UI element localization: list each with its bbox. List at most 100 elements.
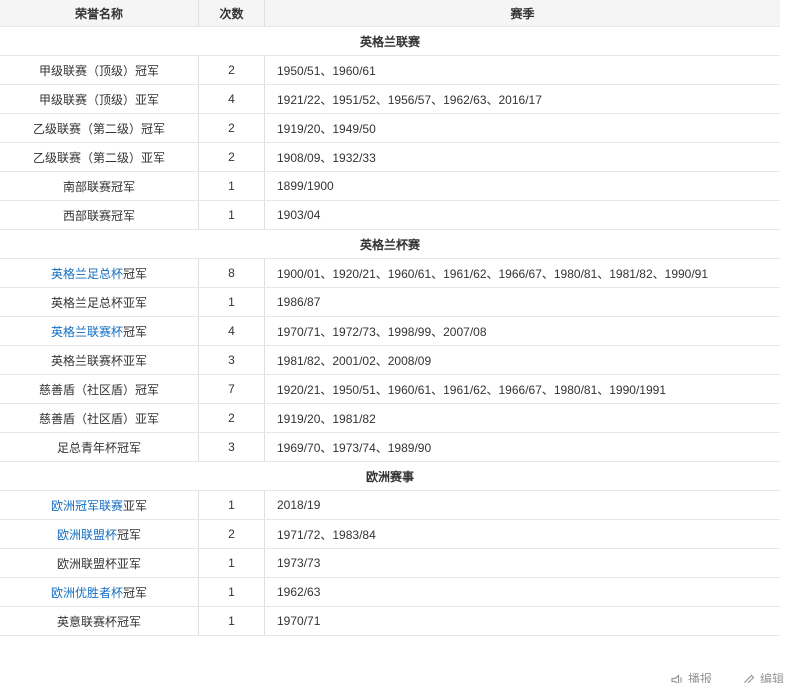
honor-name: 慈善盾（社区盾）亚军 bbox=[39, 410, 159, 427]
honor-count: 1 bbox=[199, 491, 265, 519]
honors-table: 荣誉名称 次数 赛季 英格兰联赛甲级联赛（顶级）冠军21950/51、1960/… bbox=[0, 0, 780, 636]
table-row: 慈善盾（社区盾）冠军71920/21、1950/51、1960/61、1961/… bbox=[0, 375, 780, 404]
edit-label: 编辑 bbox=[760, 672, 784, 683]
honor-name-cell: 英格兰足总杯冠军 bbox=[0, 259, 199, 287]
table-row: 慈善盾（社区盾）亚军 21919/20、1981/82 bbox=[0, 404, 780, 433]
honor-name: 冠军 bbox=[123, 323, 147, 340]
honor-count: 4 bbox=[199, 85, 265, 113]
honor-name-cell: 乙级联赛（第二级）冠军 bbox=[0, 114, 199, 142]
table-row: 甲级联赛（顶级）冠军21950/51、1960/61 bbox=[0, 56, 780, 85]
section-title: 英格兰联赛 bbox=[0, 27, 780, 55]
honor-name-cell: 欧洲联盟杯亚军 bbox=[0, 549, 199, 577]
honor-count: 1 bbox=[199, 578, 265, 606]
honor-seasons: 1920/21、1950/51、1960/61、1961/62、1966/67、… bbox=[265, 375, 780, 403]
honor-link[interactable]: 欧洲优胜者杯 bbox=[51, 584, 123, 601]
honor-name-cell: 欧洲联盟杯冠军 bbox=[0, 520, 199, 548]
honor-seasons: 1962/63 bbox=[265, 578, 780, 606]
honor-seasons: 1981/82、2001/02、2008/09 bbox=[265, 346, 780, 374]
honor-name-cell: 欧洲优胜者杯冠军 bbox=[0, 578, 199, 606]
honor-name: 乙级联赛（第二级）冠军 bbox=[33, 120, 165, 137]
honor-count: 1 bbox=[199, 607, 265, 635]
table-row: 英格兰足总杯亚军11986/87 bbox=[0, 288, 780, 317]
honor-count: 2 bbox=[199, 143, 265, 171]
honor-count: 2 bbox=[199, 56, 265, 84]
table-row: 欧洲联盟杯亚军11973/73 bbox=[0, 549, 780, 578]
honor-name-cell: 足总青年杯冠军 bbox=[0, 433, 199, 461]
honor-seasons: 1970/71、1972/73、1998/99、2007/08 bbox=[265, 317, 780, 345]
table-row: 西部联赛冠军11903/04 bbox=[0, 201, 780, 230]
honor-link[interactable]: 欧洲联盟杯 bbox=[57, 526, 117, 543]
honor-seasons: 1921/22、1951/52、1956/57、1962/63、2016/17 bbox=[265, 85, 780, 113]
table-row: 英格兰联赛杯冠军41970/71、1972/73、1998/99、2007/08 bbox=[0, 317, 780, 346]
honor-name-cell: 甲级联赛（顶级）冠军 bbox=[0, 56, 199, 84]
honor-seasons: 2018/19 bbox=[265, 491, 780, 519]
section-title: 欧洲赛事 bbox=[0, 462, 780, 490]
honor-name-cell: 欧洲冠军联赛亚军 bbox=[0, 491, 199, 519]
edit-button[interactable]: 编辑 bbox=[742, 672, 784, 683]
honor-name-cell: 南部联赛冠军 bbox=[0, 172, 199, 200]
honor-seasons: 1969/70、1973/74、1989/90 bbox=[265, 433, 780, 461]
table-row: 欧洲冠军联赛亚军12018/19 bbox=[0, 491, 780, 520]
pencil-icon bbox=[742, 672, 756, 683]
table-row: 欧洲联盟杯冠军21971/72、1983/84 bbox=[0, 520, 780, 549]
honor-seasons: 1971/72、1983/84 bbox=[265, 520, 780, 548]
table-header-row: 荣誉名称 次数 赛季 bbox=[0, 0, 780, 27]
column-header-seasons: 赛季 bbox=[265, 0, 780, 26]
honor-link[interactable]: 英格兰足总杯 bbox=[51, 265, 123, 282]
honor-count: 3 bbox=[199, 433, 265, 461]
honor-name: 英格兰足总杯亚军 bbox=[51, 294, 147, 311]
honor-seasons: 1986/87 bbox=[265, 288, 780, 316]
broadcast-button[interactable]: 播报 bbox=[670, 672, 712, 683]
honor-name-cell: 乙级联赛（第二级）亚军 bbox=[0, 143, 199, 171]
honor-name: 足总青年杯冠军 bbox=[57, 439, 141, 456]
honor-count: 7 bbox=[199, 375, 265, 403]
column-header-count: 次数 bbox=[199, 0, 265, 26]
table-row: 英意联赛杯冠军 11970/71 bbox=[0, 607, 780, 636]
honor-name: 冠军 bbox=[123, 584, 147, 601]
honor-name: 冠军 bbox=[117, 526, 141, 543]
honor-name-cell: 西部联赛冠军 bbox=[0, 201, 199, 229]
honor-name-cell: 英格兰足总杯亚军 bbox=[0, 288, 199, 316]
broadcast-label: 播报 bbox=[688, 672, 712, 683]
honor-name: 英意联赛杯冠军 bbox=[57, 613, 141, 630]
honor-name: 甲级联赛（顶级）亚军 bbox=[39, 91, 159, 108]
honor-link[interactable]: 英格兰联赛杯 bbox=[51, 323, 123, 340]
table-row: 足总青年杯冠军 31969/70、1973/74、1989/90 bbox=[0, 433, 780, 462]
table-row: 南部联赛冠军11899/1900 bbox=[0, 172, 780, 201]
honor-seasons: 1919/20、1981/82 bbox=[265, 404, 780, 432]
honor-name: 冠军 bbox=[123, 265, 147, 282]
honor-seasons: 1908/09、1932/33 bbox=[265, 143, 780, 171]
section-title: 英格兰杯赛 bbox=[0, 230, 780, 258]
honor-seasons: 1970/71 bbox=[265, 607, 780, 635]
honor-count: 1 bbox=[199, 201, 265, 229]
honor-name: 欧洲联盟杯亚军 bbox=[57, 555, 141, 572]
honor-name-cell: 英意联赛杯冠军 bbox=[0, 607, 199, 635]
honor-count: 8 bbox=[199, 259, 265, 287]
speaker-icon bbox=[670, 672, 684, 683]
honor-name: 南部联赛冠军 bbox=[63, 178, 135, 195]
section-row: 英格兰杯赛 bbox=[0, 230, 780, 259]
column-header-honor-name: 荣誉名称 bbox=[0, 0, 199, 26]
page-actions: 播报 编辑 bbox=[670, 672, 784, 683]
honor-count: 2 bbox=[199, 404, 265, 432]
honor-seasons: 1919/20、1949/50 bbox=[265, 114, 780, 142]
table-row: 英格兰联赛杯亚军31981/82、2001/02、2008/09 bbox=[0, 346, 780, 375]
honor-seasons: 1900/01、1920/21、1960/61、1961/62、1966/67、… bbox=[265, 259, 780, 287]
table-row: 乙级联赛（第二级）亚军 21908/09、1932/33 bbox=[0, 143, 780, 172]
honor-name-cell: 英格兰联赛杯亚军 bbox=[0, 346, 199, 374]
honor-name-cell: 慈善盾（社区盾）冠军 bbox=[0, 375, 199, 403]
honor-seasons: 1950/51、1960/61 bbox=[265, 56, 780, 84]
honor-count: 4 bbox=[199, 317, 265, 345]
table-row: 乙级联赛（第二级）冠军21919/20、1949/50 bbox=[0, 114, 780, 143]
honor-count: 2 bbox=[199, 520, 265, 548]
honor-name-cell: 英格兰联赛杯冠军 bbox=[0, 317, 199, 345]
honor-link[interactable]: 欧洲冠军联赛 bbox=[51, 497, 123, 514]
table-body: 英格兰联赛甲级联赛（顶级）冠军21950/51、1960/61甲级联赛（顶级）亚… bbox=[0, 27, 780, 636]
table-row: 欧洲优胜者杯冠军11962/63 bbox=[0, 578, 780, 607]
honor-count: 1 bbox=[199, 549, 265, 577]
honor-name: 乙级联赛（第二级）亚军 bbox=[33, 149, 165, 166]
honor-name-cell: 甲级联赛（顶级）亚军 bbox=[0, 85, 199, 113]
honor-name-cell: 慈善盾（社区盾）亚军 bbox=[0, 404, 199, 432]
section-row: 欧洲赛事 bbox=[0, 462, 780, 491]
honor-name: 西部联赛冠军 bbox=[63, 207, 135, 224]
